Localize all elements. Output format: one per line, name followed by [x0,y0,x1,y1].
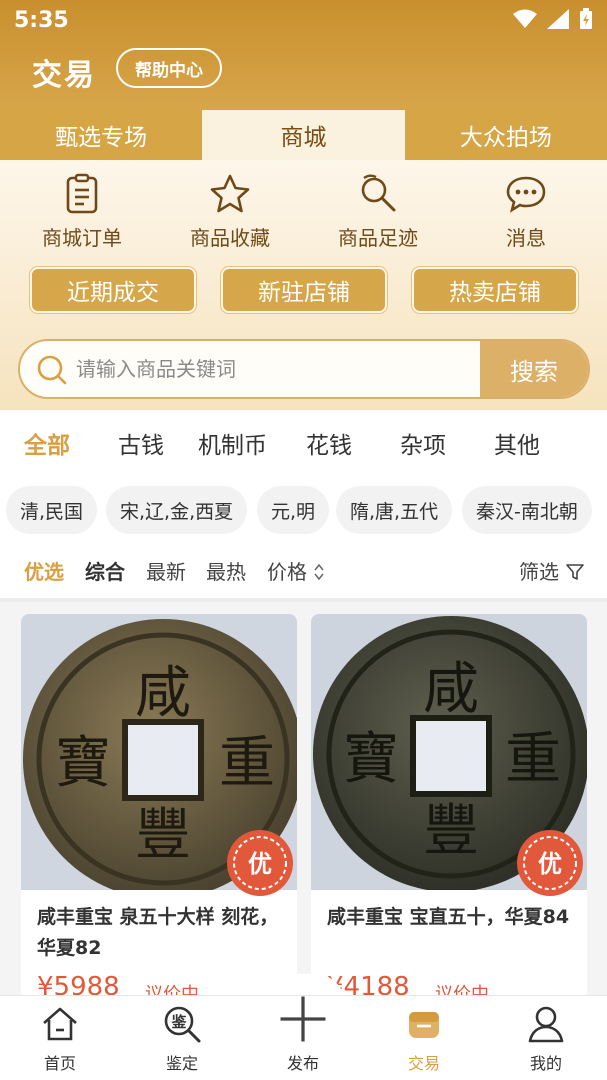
nav-label: 首页 [43,1054,76,1073]
quick-label: 商城订单 [42,226,122,250]
nav-label: 发布 [286,1054,319,1073]
trade-page: 5:35 交易 帮助中心 甄选专场 商城 大众拍场 商城订单 商品收藏 商品足迹… [0,0,607,1080]
category-other[interactable]: 其他 [494,426,540,460]
quick-label: 商品收藏 [190,226,270,250]
feature-panel: 商城订单 商品收藏 商品足迹 消息 近期成交 新驻店铺 热卖店铺 搜索 [0,160,607,410]
dynasty-chips: 清,民国 宋,辽,金,西夏 元,明 隋,唐,五代 秦汉-南北朝 [0,476,607,546]
search-icon [37,355,67,385]
bottom-nav: 首页 鉴 鉴定 发布 交易 我的 [0,995,607,1080]
category-flower-coins[interactable]: 花钱 [306,426,352,460]
quality-badge: 优 [227,830,293,896]
category-ancient-coins[interactable]: 古钱 [118,426,164,460]
nav-appraise[interactable]: 鉴 鉴定 [142,1004,222,1074]
chip-qing-minguo[interactable]: 清,民国 [6,486,98,534]
recent-deals-button[interactable]: 近期成交 [30,267,196,313]
sort-arrows-icon [314,563,324,581]
filter-label: 筛选 [519,560,559,584]
search-button[interactable]: 搜索 [480,341,588,397]
filter-button[interactable]: 筛选 [519,556,585,585]
search-bar: 搜索 [18,339,590,399]
chip-qin-han[interactable]: 秦汉-南北朝 [462,486,592,534]
search-input[interactable] [76,341,476,397]
category-misc[interactable]: 杂项 [400,426,446,460]
chip-yuan-ming[interactable]: 元,明 [257,486,330,534]
quick-actions: 商城订单 商品收藏 商品足迹 消息 [0,172,607,251]
coin-char: 寶 [55,731,111,796]
mall-orders-button[interactable]: 商城订单 [8,172,156,251]
new-shops-button[interactable]: 新驻店铺 [221,267,387,313]
signal-icon [547,9,569,29]
nav-trade[interactable]: 交易 [384,1004,464,1074]
category-all[interactable]: 全部 [24,426,70,460]
quick-label: 消息 [506,226,546,250]
footprint-button[interactable]: 商品足迹 [304,172,452,251]
category-machine-coins[interactable]: 机制币 [198,426,267,460]
product-card[interactable]: 咸 重 豐 寶 优 咸丰重宝 宝直五十，华夏84 ¥4188 议价中 [311,614,587,1014]
status-time: 5:35 [14,8,69,33]
tab-selection[interactable]: 甄选专场 [0,110,202,160]
plus-icon [280,996,326,1042]
svg-text:优: 优 [538,850,562,878]
messages-button[interactable]: 消息 [452,172,600,251]
quality-badge: 优 [517,830,583,896]
message-icon [506,176,546,213]
sort-price[interactable]: 价格 [267,556,325,585]
coin-char: 寶 [343,727,399,792]
nav-label: 交易 [407,1054,440,1073]
tab-mall[interactable]: 商城 [202,110,405,160]
hot-shops-button[interactable]: 热卖店铺 [412,267,578,313]
coin-char: 咸 [135,661,191,726]
section-divider [0,598,607,602]
coin-char: 豐 [135,803,191,868]
nav-label: 鉴定 [165,1054,198,1073]
chip-sui-tang[interactable]: 隋,唐,五代 [336,486,453,534]
sort-newest[interactable]: 最新 [146,556,186,585]
footprint-icon [361,174,396,212]
svg-text:鉴: 鉴 [170,1013,187,1031]
filter-icon [566,564,585,580]
coin-char: 重 [505,727,561,792]
product-name: 咸丰重宝 宝直五十，华夏84 [327,906,570,928]
user-icon [528,1006,564,1043]
appraise-icon: 鉴 [164,1006,201,1043]
product-card[interactable]: 咸 重 豐 寶 优 咸丰重宝 泉五十大样 刻花，华夏82 ¥5988 议价中 [21,614,297,1014]
coin-char: 重 [219,731,275,796]
trade-icon [409,1012,439,1038]
battery-icon [580,8,592,29]
svg-text:优: 优 [248,850,272,878]
sort-hottest[interactable]: 最热 [206,556,246,585]
sort-overall[interactable]: 综合 [85,556,125,585]
help-center-button[interactable]: 帮助中心 [116,48,222,88]
page-title: 交易 [32,58,96,93]
coin-char: 豐 [423,799,479,864]
quick-label: 商品足迹 [338,226,418,250]
sort-bar: 优选 综合 最新 最热 价格 筛选 [0,546,607,598]
header: 5:35 交易 帮助中心 [0,0,607,112]
nav-home[interactable]: 首页 [20,1004,100,1074]
product-name: 咸丰重宝 泉五十大样 刻花，华夏82 [37,906,279,959]
sort-preferred[interactable]: 优选 [24,556,64,585]
wifi-icon [513,9,537,28]
nav-mine[interactable]: 我的 [506,1004,586,1074]
sort-price-label: 价格 [267,560,307,584]
top-tabs: 甄选专场 商城 大众拍场 [0,110,607,160]
order-icon [66,173,98,214]
status-bar: 5:35 [0,0,607,40]
action-buttons: 近期成交 新驻店铺 热卖店铺 [30,267,578,313]
favorites-button[interactable]: 商品收藏 [156,172,304,251]
nav-label: 我的 [529,1054,562,1073]
chip-song-liao[interactable]: 宋,辽,金,西夏 [106,486,248,534]
tab-public-auction[interactable]: 大众拍场 [405,110,607,160]
home-icon [43,1007,77,1041]
coin-char: 咸 [423,657,479,722]
nav-publish[interactable]: 发布 [263,994,343,1074]
star-icon [210,174,250,213]
category-tabs: 全部 古钱 机制币 花钱 杂项 其他 [0,410,607,476]
